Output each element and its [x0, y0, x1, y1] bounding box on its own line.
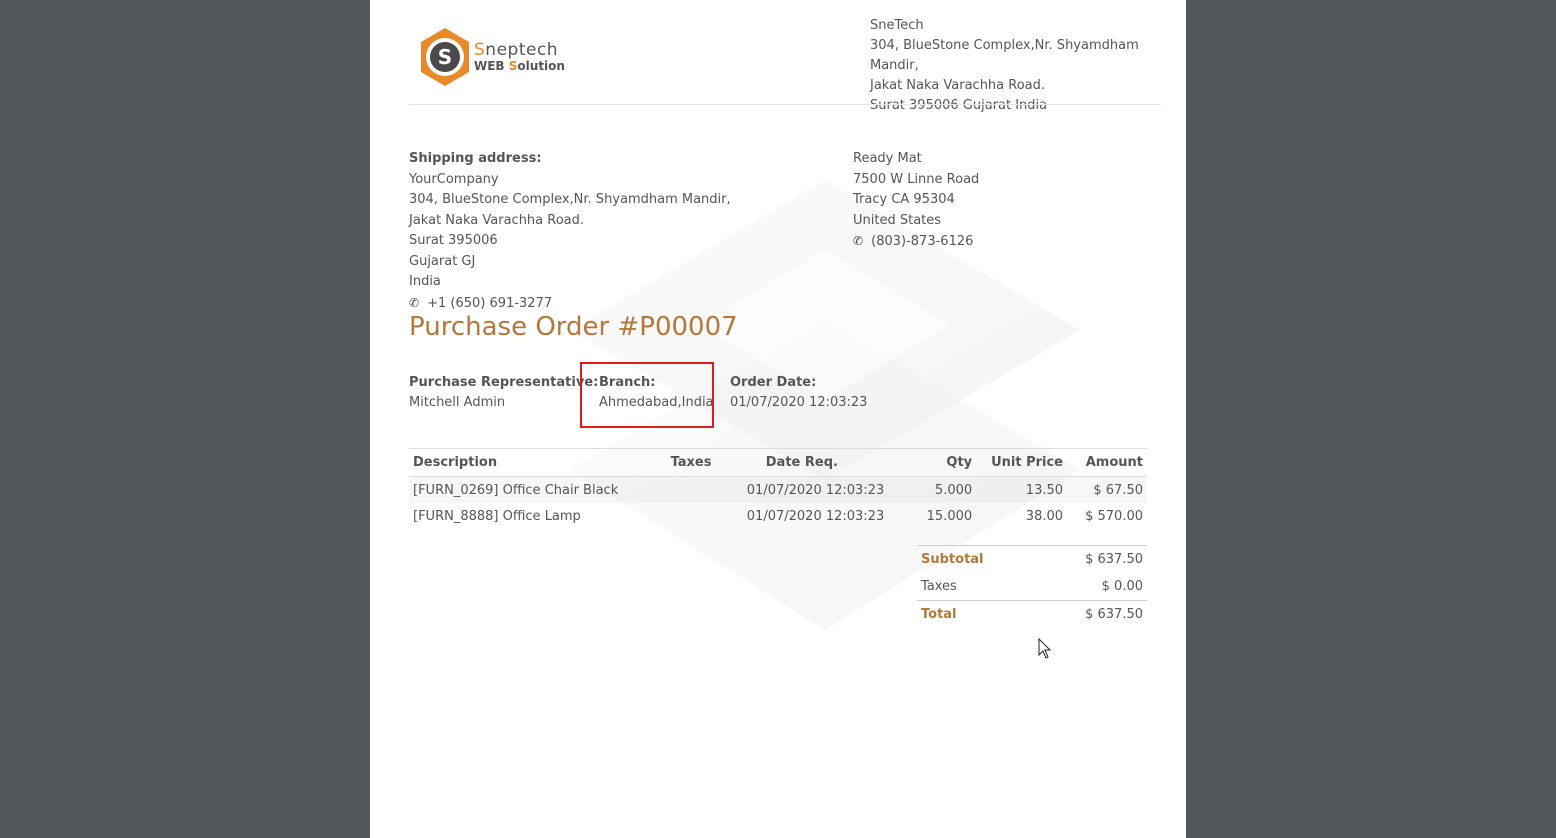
unit-price-cell: 13.50 [976, 477, 1067, 504]
column-header: Qty [888, 448, 977, 477]
order-date: Order Date: 01/07/2020 12:03:23 [730, 373, 867, 413]
company-address-line: Surat 395006 Gujarat India [870, 98, 1048, 113]
company-address-line: Jakat Naka Varachha Road. [870, 78, 1046, 93]
taxes-value: $ 0.00 [1101, 579, 1143, 594]
total-row: Total $ 637.50 [917, 600, 1147, 628]
document-page: S Sneptech WEB Solution SneTech 304, Blu… [370, 0, 1186, 838]
purchase-representative: Purchase Representative: Mitchell Admin [409, 373, 598, 413]
totals-table: Subtotal $ 637.50 Taxes $ 0.00 Total $ 6… [917, 545, 1147, 628]
rep-value: Mitchell Admin [409, 395, 506, 410]
vendor-phone: ✆ (803)-873-6126 [853, 231, 979, 253]
shipping-line: 304, BlueStone Complex,Nr. Shyamdham Man… [409, 192, 731, 207]
company-name: SneTech [870, 18, 924, 33]
order-date-label: Order Date: [730, 375, 817, 390]
rep-label: Purchase Representative: [409, 375, 599, 390]
branch-info: Branch: Ahmedabad,India [599, 373, 714, 413]
shipping-line: India [409, 274, 441, 289]
mouse-cursor-icon [1038, 638, 1052, 659]
unit-price-cell: 38.00 [1025, 508, 1064, 524]
shipping-phone: ✆ +1 (650) 691-3277 [409, 293, 731, 315]
date-req-cell: 01/07/2020 12:03:23 [715, 477, 888, 504]
taxes-label: Taxes [921, 579, 957, 594]
taxes-cell [667, 503, 716, 529]
taxes-cell [667, 477, 716, 504]
vendor-address: Ready Mat 7500 W Linne Road Tracy CA 953… [853, 149, 979, 253]
branch-value: Ahmedabad,India [599, 395, 714, 410]
table-row: [FURN_8888] Office Lamp 01/07/2020 12:03… [409, 503, 1147, 529]
svg-text:S: S [438, 45, 452, 69]
subtotal-label: Subtotal [917, 545, 1036, 573]
order-date-value: 01/07/2020 12:03:23 [730, 395, 868, 410]
table-row: [FURN_0269] Office Chair Black 01/07/202… [409, 477, 1147, 504]
brand-name: Sneptech [474, 40, 559, 60]
taxes-row: Taxes $ 0.00 [917, 573, 1147, 601]
qty-cell: 15.000 [926, 508, 973, 524]
total-value: $ 637.50 [1035, 600, 1147, 628]
column-header: Amount [1067, 448, 1147, 477]
subtotal-value: $ 637.50 [1035, 545, 1147, 573]
date-req-cell: 01/07/2020 12:03:23 [746, 508, 885, 524]
table-header-row: Description Taxes Date Req. Qty Unit Pri… [409, 448, 1147, 477]
subtotal-row: Subtotal $ 637.50 [917, 545, 1147, 573]
shipping-name: YourCompany [409, 171, 499, 187]
qty-cell: 5.000 [888, 477, 976, 504]
branch-label: Branch: [599, 375, 656, 390]
phone-icon: ✆ [853, 234, 864, 248]
amount-cell: $ 570.00 [1085, 508, 1143, 524]
brand-tagline: WEB Solution [474, 59, 565, 73]
column-header: Description [409, 448, 667, 477]
description-cell: [FURN_8888] Office Lamp [413, 508, 581, 524]
company-address: SneTech 304, BlueStone Complex,Nr. Shyam… [870, 16, 1186, 116]
page-title: Purchase Order #P00007 [409, 312, 738, 342]
column-header: Taxes [666, 448, 716, 477]
column-header: Unit Price [976, 448, 1068, 477]
total-label: Total [917, 600, 1036, 628]
vendor-line: United States [853, 212, 942, 228]
shipping-line: Jakat Naka Varachha Road. [409, 212, 585, 228]
description-cell: [FURN_0269] Office Chair Black [409, 477, 667, 504]
vendor-line: 7500 W Linne Road [853, 171, 980, 187]
amount-cell: $ 67.50 [1067, 477, 1147, 504]
phone-icon: ✆ [409, 295, 420, 310]
vendor-line: Tracy CA 95304 [853, 192, 955, 207]
shipping-address: Shipping address: YourCompany 304, BlueS… [409, 149, 731, 314]
column-header: Date Req. [715, 448, 889, 477]
shipping-line: Surat 395006 [409, 233, 498, 248]
header-divider [409, 104, 1161, 105]
shipping-label: Shipping address: [409, 151, 542, 166]
vendor-name: Ready Mat [853, 151, 922, 166]
shipping-line: Gujarat GJ [409, 253, 476, 269]
company-address-line: 304, BlueStone Complex,Nr. Shyamdham Man… [870, 38, 1139, 73]
order-lines-table: Description Taxes Date Req. Qty Unit Pri… [409, 448, 1147, 529]
